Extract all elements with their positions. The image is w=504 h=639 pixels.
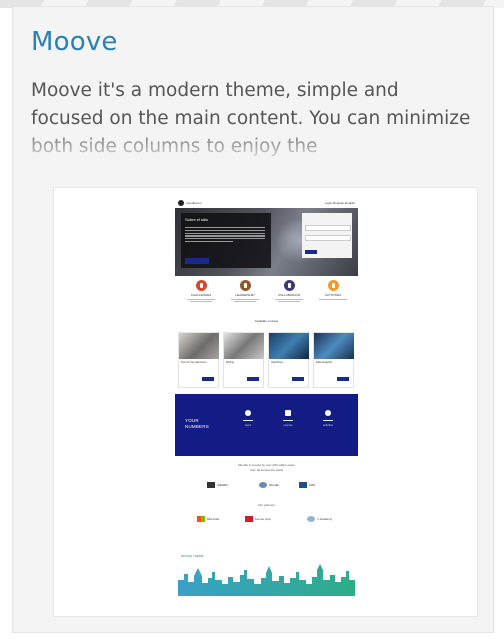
- cloud-icon: [325, 410, 331, 416]
- feature-icon: [195, 280, 207, 291]
- theme-description: Moove it's a modern theme, simple and fo…: [31, 80, 471, 157]
- preview-course-card: Algorithms: [268, 332, 309, 388]
- stat-courses: courses: [273, 410, 303, 427]
- preview-course-list: Tips for the classroom Writing Algorithm…: [178, 332, 355, 388]
- partner-logo: Moodle: [259, 482, 279, 488]
- course-name: Data analytics: [316, 361, 333, 364]
- theme-preview-image[interactable]: moodlecom Login Register English Sobre e…: [53, 187, 478, 617]
- feature-title: COLLABORATE: [278, 293, 300, 297]
- numbers-title-line-2: NUMBERS: [185, 424, 209, 429]
- skyline-label: MOOVE THEME: [181, 554, 204, 558]
- partner-logo: SIERRA: [207, 482, 228, 488]
- stat-label: courses: [283, 424, 293, 427]
- course-image: [269, 333, 309, 359]
- partners-text-line-2: from all around the world: [249, 468, 284, 472]
- stat-activities: activities: [313, 410, 343, 427]
- preview-hero-textbox: Sobre el sitio: [181, 213, 271, 268]
- preview-navbar: moodlecom Login Register English: [175, 198, 358, 208]
- course-button: [337, 377, 349, 381]
- preview-brand: moodlecom: [186, 200, 202, 205]
- preview-login-button: [305, 250, 317, 254]
- preview-hero-text: [185, 227, 265, 244]
- preview-page-screenshot: moodlecom Login Register English Sobre e…: [175, 198, 358, 608]
- feature-icon: [283, 280, 295, 291]
- feature-title: ACTIVITIES: [324, 293, 342, 297]
- course-name: Algorithms: [271, 361, 284, 364]
- graduation-cap-icon: [285, 410, 291, 416]
- course-image: [314, 333, 354, 359]
- preview-hero: Sobre el sitio: [175, 208, 358, 276]
- course-image: [179, 333, 219, 359]
- partner-logo: Lemon corp: [245, 516, 271, 522]
- preview-courses-title: Available courses: [254, 319, 279, 323]
- preview-username-field: [305, 225, 351, 231]
- preview-login-box: [302, 213, 352, 258]
- preview-feature: COLLABORATE: [269, 280, 309, 302]
- preview-hero-title: Sobre el sitio: [185, 217, 209, 222]
- preview-password-field: [305, 235, 351, 241]
- preview-footer-skyline: [178, 564, 355, 596]
- stat-users: users: [233, 410, 263, 427]
- preview-hero-button: [185, 258, 209, 264]
- preview-feature: CHALLENGES: [181, 280, 221, 302]
- partner-logo: Y Academy: [307, 516, 332, 522]
- partner-logo: LMS: [299, 482, 315, 488]
- course-button: [247, 377, 259, 381]
- feature-title: LEADERSHIP: [235, 293, 255, 297]
- preview-logo-icon: [178, 200, 184, 206]
- preview-course-card: Data analytics: [313, 332, 354, 388]
- preview-features: CHALLENGES LEADERSHIP COLLABORATE ACTIVI…: [175, 280, 358, 312]
- preview-course-card: Writing: [223, 332, 264, 388]
- preview-feature: ACTIVITIES: [313, 280, 353, 300]
- partner-logo: Microsoft: [197, 516, 219, 522]
- course-name: Writing: [226, 361, 235, 364]
- partners-heading: Our partners: [258, 503, 275, 507]
- course-button: [202, 377, 214, 381]
- numbers-title: YOUR NUMBERS: [185, 418, 209, 430]
- course-image: [224, 333, 264, 359]
- preview-course-card: Tips for the classroom: [178, 332, 219, 388]
- stat-label: activities: [323, 424, 333, 427]
- preview-feature: LEADERSHIP: [225, 280, 265, 302]
- feature-icon: [239, 280, 251, 291]
- theme-title[interactable]: Moove: [31, 27, 118, 57]
- course-name: Tips for the classroom: [181, 361, 207, 364]
- preview-numbers-section: YOUR NUMBERS users courses activities: [175, 394, 358, 456]
- preview-login-link: Login Register English: [324, 200, 355, 205]
- course-button: [292, 377, 304, 381]
- feature-icon: [327, 280, 339, 291]
- stat-label: users: [244, 424, 252, 427]
- user-icon: [245, 410, 251, 416]
- theme-card[interactable]: Moove Moove it's a modern theme, simple …: [12, 6, 494, 633]
- partners-text-line-1: Moodle is trusted by over 200 million us…: [238, 463, 295, 467]
- feature-title: CHALLENGES: [190, 293, 212, 297]
